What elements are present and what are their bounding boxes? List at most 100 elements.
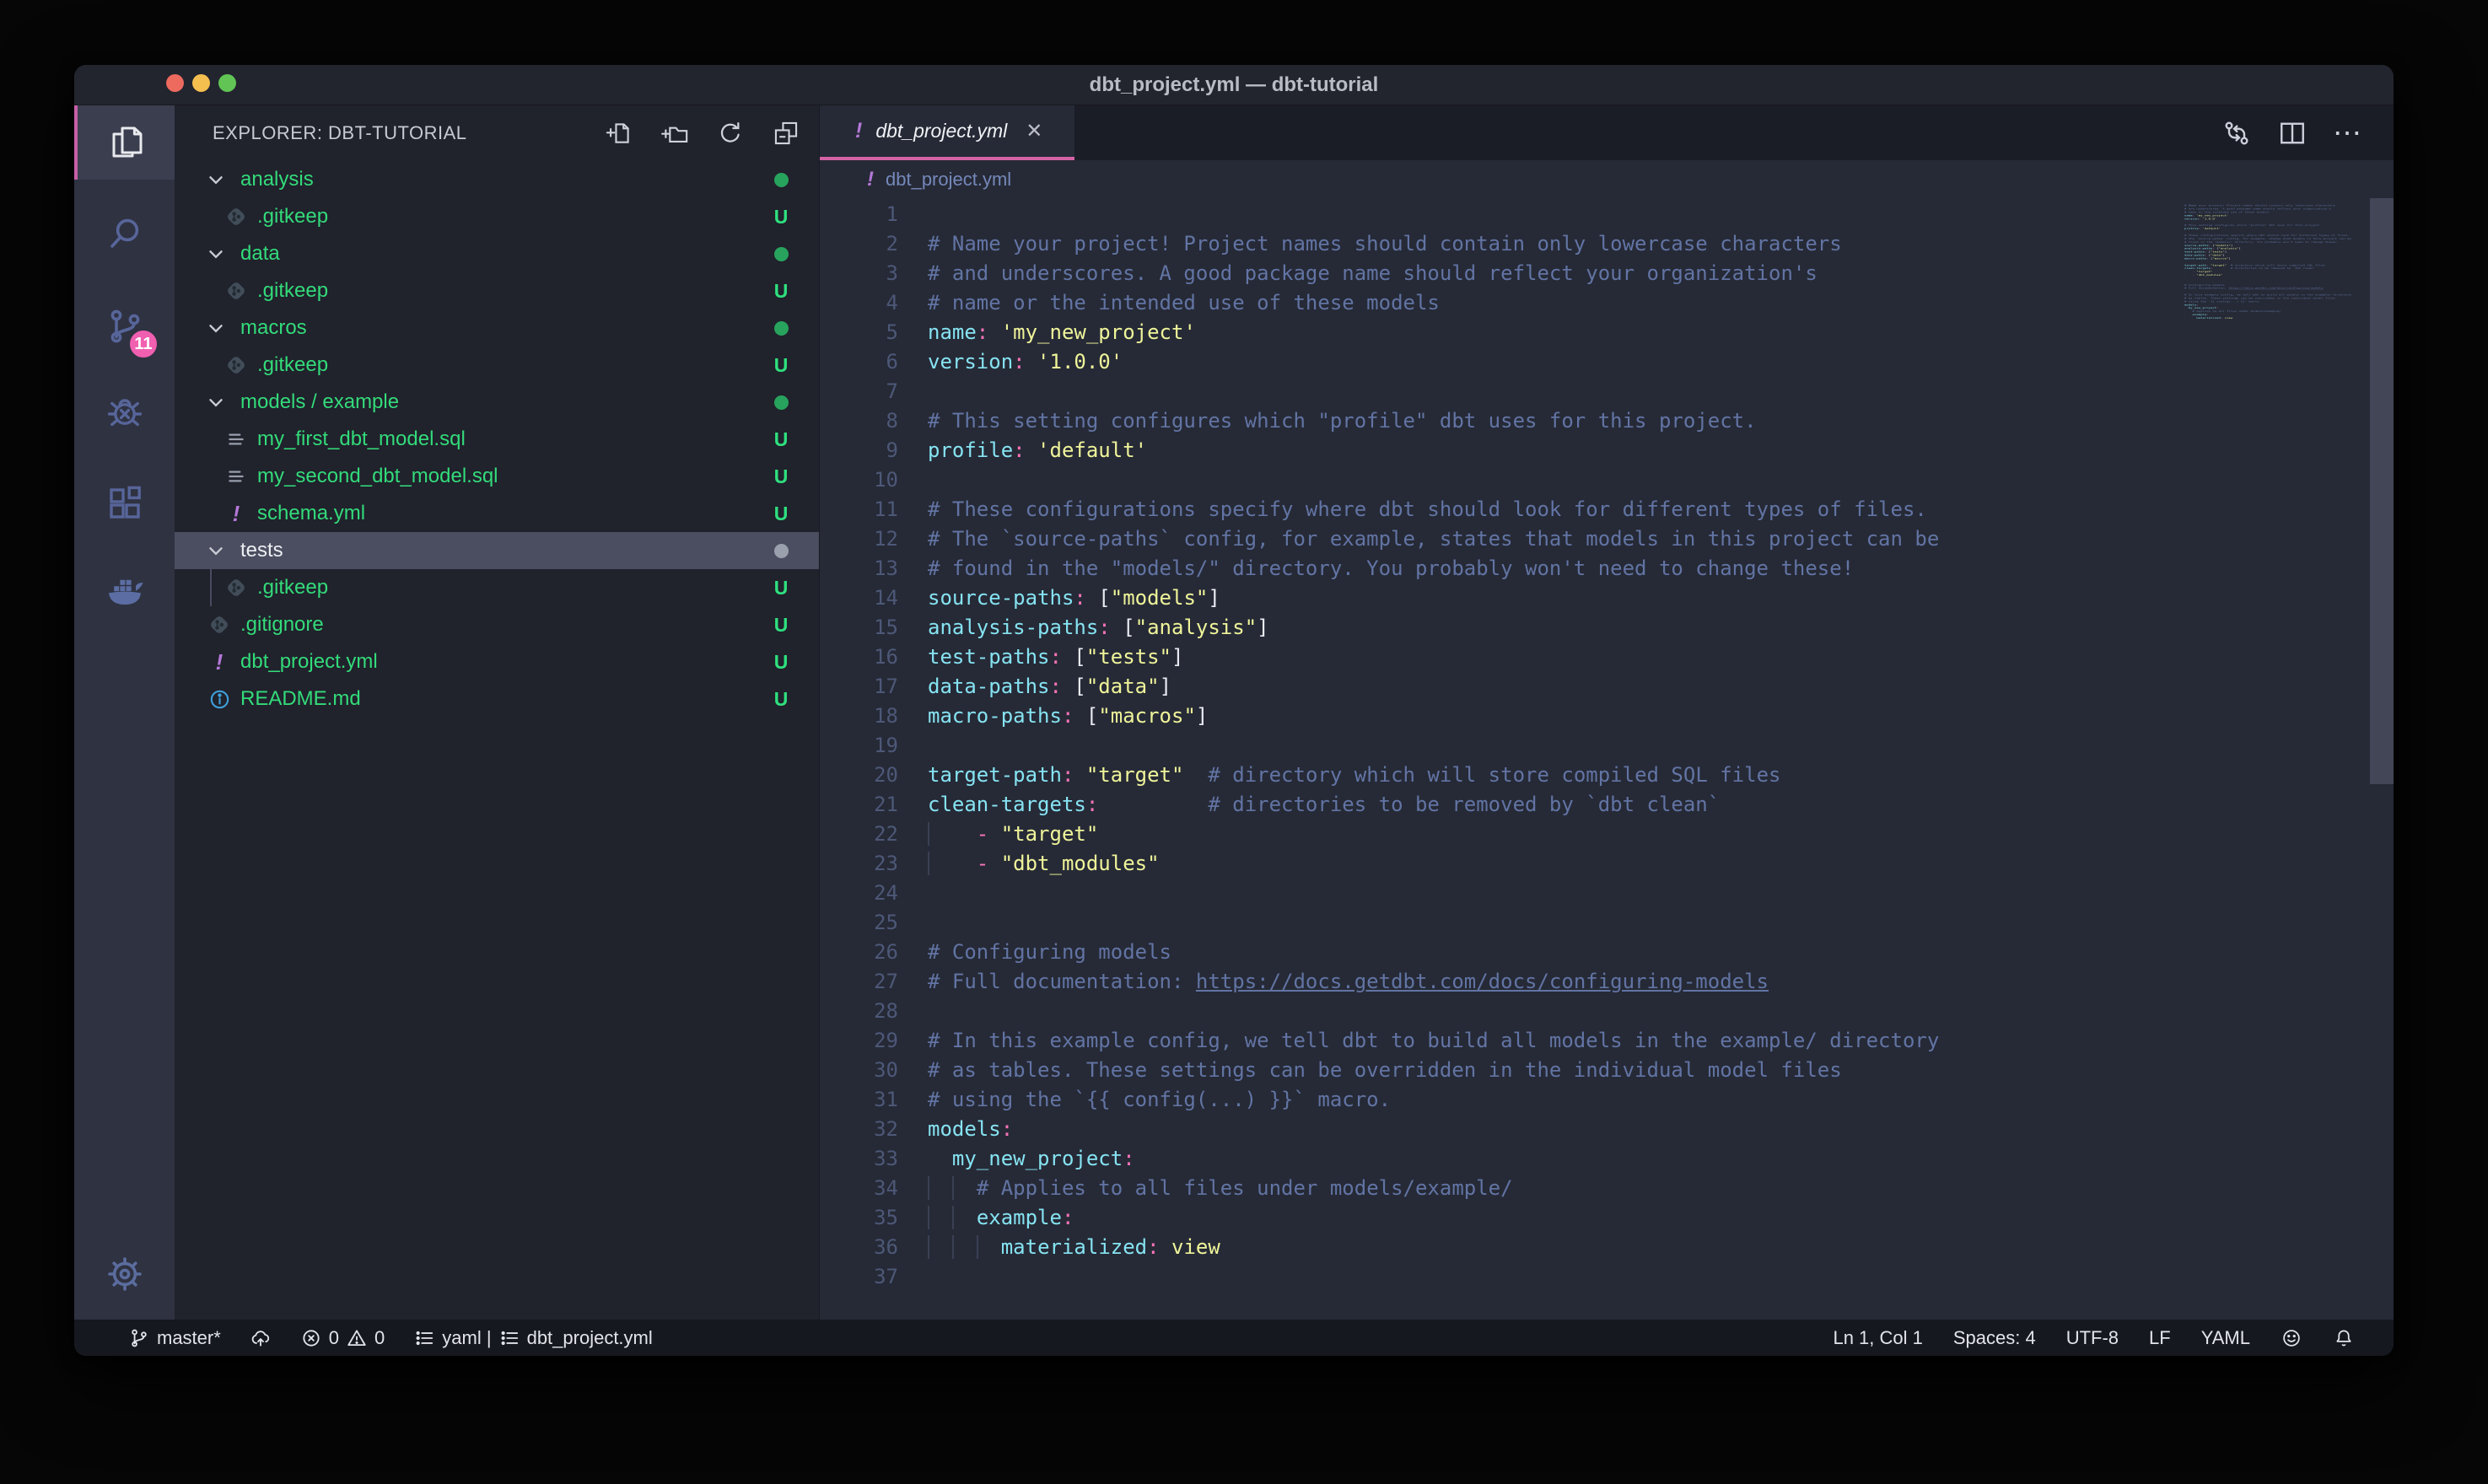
line-number: 21 — [820, 790, 898, 820]
activitybar-settings[interactable] — [74, 1237, 175, 1311]
activitybar-search[interactable] — [74, 196, 175, 271]
code-line: 13# found in the "models/" directory. Yo… — [820, 554, 2394, 583]
more-actions-icon[interactable]: ⋯ — [2333, 118, 2363, 148]
open-changes-icon[interactable] — [2221, 118, 2252, 148]
tree-item-label: .gitkeep — [257, 205, 328, 229]
yaml-warning-icon: ! — [855, 119, 862, 143]
editor-scrollbar[interactable] — [2370, 198, 2394, 784]
line-number: 7 — [820, 377, 898, 406]
cursor-position[interactable]: Ln 1, Col 1 — [1823, 1320, 1932, 1356]
encoding-status[interactable]: UTF-8 — [2056, 1320, 2129, 1356]
tree-item-label: data — [240, 242, 280, 266]
tree-file-schema-yml[interactable]: !schema.ymlU — [175, 495, 819, 532]
tree-folder-analysis[interactable]: analysis — [175, 161, 819, 198]
tree-item-label: my_second_dbt_model.sql — [257, 465, 498, 488]
breadcrumb-file[interactable]: dbt_project.yml — [886, 169, 1011, 191]
tree-item-label: .gitkeep — [257, 576, 328, 600]
git-untracked-badge: U — [768, 606, 794, 643]
line-number: 27 — [820, 967, 898, 997]
git-branch-status[interactable]: master* — [118, 1320, 231, 1356]
problems-status[interactable]: 0 0 — [290, 1320, 396, 1356]
file-tree: analysis .gitkeep Udata .gitkeep Umacros .git… — [175, 161, 819, 718]
chevron-down-icon — [205, 540, 227, 562]
git-untracked-badge: U — [768, 495, 794, 532]
activitybar-source-control[interactable]: 11 — [74, 289, 175, 363]
indentation-status[interactable]: Spaces: 4 — [1943, 1320, 2046, 1356]
new-folder-icon[interactable] — [660, 119, 689, 148]
code-editor[interactable]: 12 # Name your project! Project names sho… — [820, 198, 2394, 1320]
tree-folder-data[interactable]: data — [175, 235, 819, 272]
editor-group: ! dbt_project.yml ✕ ⋯ — [820, 105, 2394, 1320]
tree-file-my-first-dbt-model-sql[interactable]: my_first_dbt_model.sqlU — [175, 421, 819, 458]
code-line: 26# Configuring models — [820, 938, 2394, 967]
code-line: 21clean-targets: # directories to be rem… — [820, 790, 2394, 820]
code-line: 30# as tables. These settings can be ove… — [820, 1056, 2394, 1085]
code-line: 6version: '1.0.0' — [820, 347, 2394, 377]
notifications-button[interactable] — [2323, 1320, 2365, 1356]
line-number: 22 — [820, 820, 898, 849]
tree-file--gitkeep[interactable]: .gitkeep U — [175, 569, 819, 606]
tree-file-my-second-dbt-model-sql[interactable]: my_second_dbt_model.sqlU — [175, 458, 819, 495]
feedback-button[interactable] — [2270, 1320, 2313, 1356]
line-number: 18 — [820, 702, 898, 731]
code-line: 33 my_new_project: — [820, 1144, 2394, 1174]
docker-icon — [105, 570, 145, 610]
explorer-title: EXPLORER: DBT-TUTORIAL — [213, 122, 467, 144]
code-line: 22 - "target" — [820, 820, 2394, 849]
new-file-icon[interactable] — [605, 119, 633, 148]
line-number: 3 — [820, 259, 898, 288]
line-number: 29 — [820, 1026, 898, 1056]
tree-folder-tests[interactable]: tests — [175, 532, 819, 569]
tree-folder-macros[interactable]: macros — [175, 309, 819, 347]
publish-changes-button[interactable] — [240, 1320, 282, 1356]
tree-file-dbt-project-yml[interactable]: !dbt_project.ymlU — [175, 643, 819, 680]
activitybar-run-debug[interactable] — [74, 375, 175, 449]
desktop-background: dbt_project.yml — dbt-tutorial — [0, 0, 2488, 1484]
tree-file--gitkeep[interactable]: .gitkeepU — [175, 347, 819, 384]
code-lines: 12 # Name your project! Project names sho… — [820, 200, 2394, 1292]
tree-item-label: my_first_dbt_model.sql — [257, 427, 466, 451]
line-number: 2 — [820, 229, 898, 259]
code-line: 16test-paths: ["tests"] — [820, 643, 2394, 672]
activitybar-docker[interactable] — [74, 553, 175, 627]
activity-bar: 11 — [74, 105, 175, 1320]
line-number: 4 — [820, 288, 898, 318]
folder-status-dot — [768, 309, 794, 347]
collapse-all-icon[interactable] — [772, 119, 800, 148]
activitybar-explorer[interactable] — [74, 105, 175, 180]
git-untracked-badge: U — [768, 272, 794, 309]
code-line: 1 — [820, 200, 2394, 229]
tree-item-label: README.md — [240, 687, 361, 711]
code-line: 3# and underscores. A good package name … — [820, 259, 2394, 288]
tree-file--gitkeep[interactable]: .gitkeepU — [175, 272, 819, 309]
tree-item-label: tests — [240, 539, 283, 562]
code-line: 20target-path: "target" # directory whic… — [820, 761, 2394, 790]
tree-file-readme-md[interactable]: README.mdU — [175, 680, 819, 718]
code-line: 36 materialized: view — [820, 1233, 2394, 1262]
breadcrumb[interactable]: ! dbt_project.yml — [820, 160, 2394, 198]
tree-file--gitignore[interactable]: .gitignoreU — [175, 606, 819, 643]
git-untracked-badge: U — [768, 569, 794, 606]
yaml-schema-status[interactable]: yaml | dbt_project.yml — [403, 1320, 662, 1356]
sql-file-icon — [225, 428, 247, 450]
split-editor-icon[interactable] — [2277, 118, 2308, 148]
tab-close-icon[interactable]: ✕ — [1026, 119, 1042, 143]
line-number: 32 — [820, 1115, 898, 1144]
tree-item-label: models / example — [240, 390, 399, 414]
vscode-window: dbt_project.yml — dbt-tutorial — [74, 65, 2394, 1356]
git-untracked-badge: U — [768, 643, 794, 680]
line-number: 17 — [820, 672, 898, 702]
info-icon — [208, 688, 231, 711]
tree-file--gitkeep[interactable]: .gitkeepU — [175, 198, 819, 235]
eol-status[interactable]: LF — [2139, 1320, 2181, 1356]
git-file-icon — [225, 577, 247, 599]
line-number: 36 — [820, 1233, 898, 1262]
tree-folder-models-example[interactable]: models / example — [175, 384, 819, 421]
code-line: 32models: — [820, 1115, 2394, 1144]
tab-dbt-project-yml[interactable]: ! dbt_project.yml ✕ — [820, 105, 1074, 160]
language-mode[interactable]: YAML — [2191, 1320, 2260, 1356]
chevron-down-icon — [205, 391, 227, 413]
refresh-icon[interactable] — [716, 119, 745, 148]
minimap[interactable]: # Name your project! Project names shoul… — [2184, 201, 2368, 841]
activitybar-extensions[interactable] — [74, 465, 175, 540]
